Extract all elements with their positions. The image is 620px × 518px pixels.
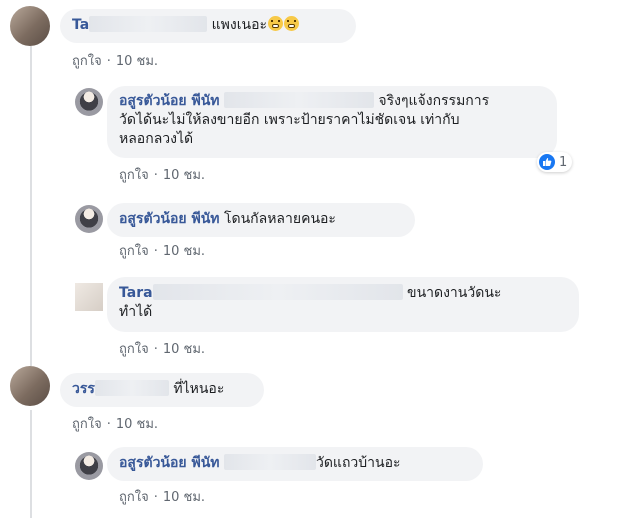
separator-dot: · — [153, 244, 158, 259]
comment-author[interactable]: อสูรตัวน้อย พีนัท — [119, 211, 220, 227]
timestamp[interactable]: 10 ชม. — [163, 490, 205, 505]
comment-author[interactable]: อสูรตัวน้อย พีนัท — [119, 455, 220, 471]
comment-bubble: อสูรตัวน้อย พีนัท โดนกัลหลายคนอะ — [107, 203, 415, 237]
comment-author[interactable]: วรร — [72, 381, 95, 397]
comment-text: โดนกัลหลายคนอะ — [223, 211, 336, 227]
comment-actions: ถูกใจ · 10 ชม. — [119, 240, 205, 261]
like-reaction-icon — [539, 154, 555, 170]
comment-author[interactable]: อสูรตัวน้อย พีนัท — [119, 93, 220, 109]
reaction-count[interactable]: 1 — [537, 152, 573, 172]
grimacing-emoji-icon — [284, 16, 300, 31]
comment-text-line: วัดได้นะไม่ให้ลงขายอีก เพราะป้ายราคาไม่ช… — [119, 112, 460, 128]
comment-text-line: จริงๆแจ้งกรรมการ — [378, 93, 490, 109]
comment-actions: ถูกใจ · 10 ชม. — [72, 413, 158, 434]
timestamp[interactable]: 10 ชม. — [163, 168, 205, 183]
redacted-name — [152, 284, 403, 300]
like-link[interactable]: ถูกใจ — [72, 54, 102, 69]
thread-line — [30, 410, 32, 518]
comment-text-line: ขนาดงานวัดนะ — [407, 285, 502, 301]
redacted-name — [223, 92, 374, 108]
separator-dot: · — [106, 417, 111, 432]
avatar[interactable] — [10, 366, 50, 406]
comment-actions: ถูกใจ · 10 ชม. — [119, 486, 205, 507]
timestamp[interactable]: 10 ชม. — [116, 54, 158, 69]
comment-text: ที่ไหนอะ — [173, 381, 225, 397]
avatar[interactable] — [75, 452, 103, 480]
like-link[interactable]: ถูกใจ — [119, 168, 149, 183]
separator-dot: · — [153, 342, 158, 357]
comment-bubble: Tara ขนาดงานวัดนะ ทำได้ — [107, 277, 579, 332]
like-link[interactable]: ถูกใจ — [119, 342, 149, 357]
reaction-number: 1 — [559, 154, 568, 170]
comment-bubble: อสูรตัวน้อย พีนัท วัดแถวบ้านอะ — [107, 447, 483, 481]
like-link[interactable]: ถูกใจ — [72, 417, 102, 432]
comment-text-line: ทำได้ — [119, 304, 153, 320]
comment-bubble: อสูรตัวน้อย พีนัท จริงๆแจ้งกรรมการ วัดได… — [107, 86, 557, 158]
comment-text: แพงเนอะ — [211, 17, 268, 33]
comment-text-line: หลอกลวงได้ — [119, 131, 194, 147]
redacted-name — [94, 380, 169, 396]
separator-dot: · — [153, 490, 158, 505]
separator-dot: · — [106, 54, 111, 69]
comment-bubble: วรร ที่ไหนอะ — [60, 373, 264, 407]
comment-author[interactable]: Tara — [119, 285, 153, 301]
avatar[interactable] — [75, 88, 103, 116]
timestamp[interactable]: 10 ชม. — [116, 417, 158, 432]
like-link[interactable]: ถูกใจ — [119, 490, 149, 505]
timestamp[interactable]: 10 ชม. — [163, 342, 205, 357]
separator-dot: · — [153, 168, 158, 183]
comment-author[interactable]: Ta — [72, 17, 89, 33]
thread-line — [30, 46, 32, 366]
comment-text: วัดแถวบ้านอะ — [315, 455, 401, 471]
grimacing-emoji-icon — [268, 16, 284, 31]
comment-bubble: Ta แพงเนอะ — [60, 9, 356, 43]
like-link[interactable]: ถูกใจ — [119, 244, 149, 259]
redacted-name — [223, 454, 316, 470]
redacted-name — [89, 16, 208, 32]
comment-actions: ถูกใจ · 10 ชม. — [119, 164, 205, 185]
timestamp[interactable]: 10 ชม. — [163, 244, 205, 259]
comment-actions: ถูกใจ · 10 ชม. — [119, 338, 205, 359]
avatar[interactable] — [75, 283, 103, 311]
avatar[interactable] — [75, 205, 103, 233]
comment-actions: ถูกใจ · 10 ชม. — [72, 50, 158, 71]
avatar[interactable] — [10, 6, 50, 46]
